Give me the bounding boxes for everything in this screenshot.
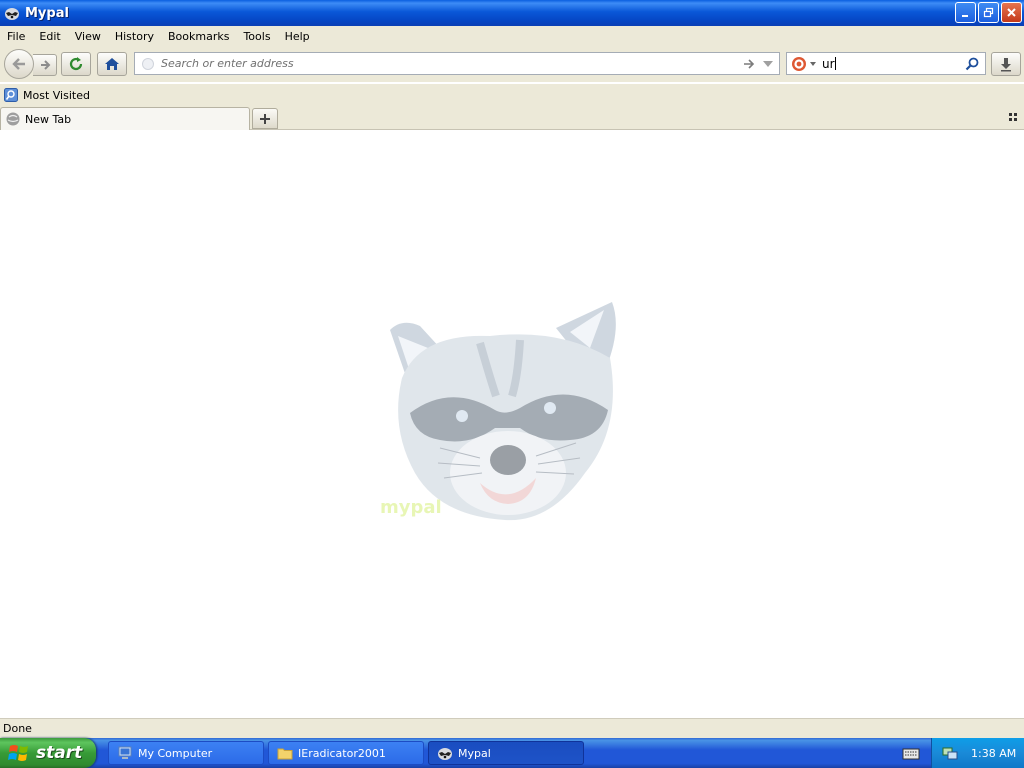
home-icon (105, 58, 119, 70)
system-tray: 1:38 AM (931, 738, 1024, 768)
bookmarks-toolbar: Most Visited (0, 84, 1024, 106)
keyboard-layout-icon[interactable] (902, 746, 920, 760)
windows-logo-icon (8, 745, 28, 761)
url-bar[interactable] (134, 52, 780, 75)
back-arrow-icon (12, 58, 25, 70)
raccoon-logo: mypal (380, 302, 616, 521)
task-my-computer[interactable]: My Computer (108, 741, 264, 765)
navigation-toolbar: ur (0, 46, 1024, 82)
tab-favicon-icon (6, 112, 20, 126)
task-label: IEradicator2001 (298, 746, 386, 760)
menu-view[interactable]: View (68, 30, 108, 43)
status-bar: Done (0, 718, 1024, 738)
task-mypal[interactable]: Mypal (428, 741, 584, 765)
forward-button[interactable] (33, 54, 57, 76)
plus-icon (260, 113, 270, 124)
search-bar[interactable]: ur (786, 52, 986, 75)
restore-icon (983, 7, 994, 18)
search-engine-dropdown-icon[interactable] (810, 61, 816, 66)
bookmark-label: Most Visited (23, 88, 90, 102)
reload-icon (69, 57, 83, 71)
search-icon[interactable] (965, 57, 979, 71)
search-engine-icon[interactable] (791, 56, 807, 72)
tab-strip: New Tab (0, 106, 1024, 130)
network-icon[interactable] (942, 745, 958, 761)
title-bar[interactable]: Mypal (0, 0, 1024, 26)
menu-history[interactable]: History (108, 30, 161, 43)
minimize-button[interactable] (955, 2, 976, 23)
tab-new-tab[interactable]: New Tab (0, 107, 250, 130)
list-all-tabs-icon[interactable] (1009, 113, 1018, 122)
mypal-icon (438, 748, 452, 760)
tab-label: New Tab (25, 112, 72, 126)
menu-tools[interactable]: Tools (236, 30, 277, 43)
home-button[interactable] (97, 52, 127, 76)
menu-help[interactable]: Help (278, 30, 317, 43)
bookmark-most-visited[interactable]: Most Visited (4, 88, 90, 102)
folder-icon (277, 748, 293, 760)
search-input[interactable]: ur (822, 57, 835, 71)
download-icon (1001, 58, 1011, 72)
window-title: Mypal (25, 5, 69, 21)
downloads-button[interactable] (991, 52, 1021, 76)
status-text: Done (3, 722, 32, 735)
reload-button[interactable] (61, 52, 91, 76)
history-dropdown-icon[interactable] (763, 60, 773, 68)
menu-file[interactable]: File (0, 30, 32, 43)
back-button[interactable] (4, 49, 34, 79)
task-label: My Computer (138, 746, 213, 760)
menu-bookmarks[interactable]: Bookmarks (161, 30, 236, 43)
start-button[interactable]: start (0, 738, 96, 768)
minimize-icon (962, 15, 968, 17)
site-identity-icon (142, 57, 154, 70)
my-computer-icon (118, 746, 132, 759)
close-icon (1007, 8, 1016, 17)
menu-bar: File Edit View History Bookmarks Tools H… (0, 26, 1024, 46)
new-tab-button[interactable] (252, 108, 278, 129)
task-ieradicator2001[interactable]: IEradicator2001 (268, 741, 424, 765)
go-arrow-icon[interactable] (743, 58, 755, 70)
close-button[interactable] (1001, 2, 1022, 23)
forward-arrow-icon (40, 60, 50, 70)
url-input[interactable] (159, 56, 723, 71)
page-content: mypal (0, 130, 1024, 718)
restore-button[interactable] (978, 2, 999, 23)
start-label: start (36, 743, 83, 763)
taskbar: start My Computer IEradicator2001 Mypal (0, 738, 1024, 768)
task-label: Mypal (458, 746, 491, 760)
mypal-icon (5, 8, 19, 20)
menu-edit[interactable]: Edit (32, 30, 67, 43)
most-visited-icon (4, 88, 18, 102)
mascot-caption: mypal (380, 497, 442, 518)
clock[interactable]: 1:38 AM (971, 747, 1016, 760)
